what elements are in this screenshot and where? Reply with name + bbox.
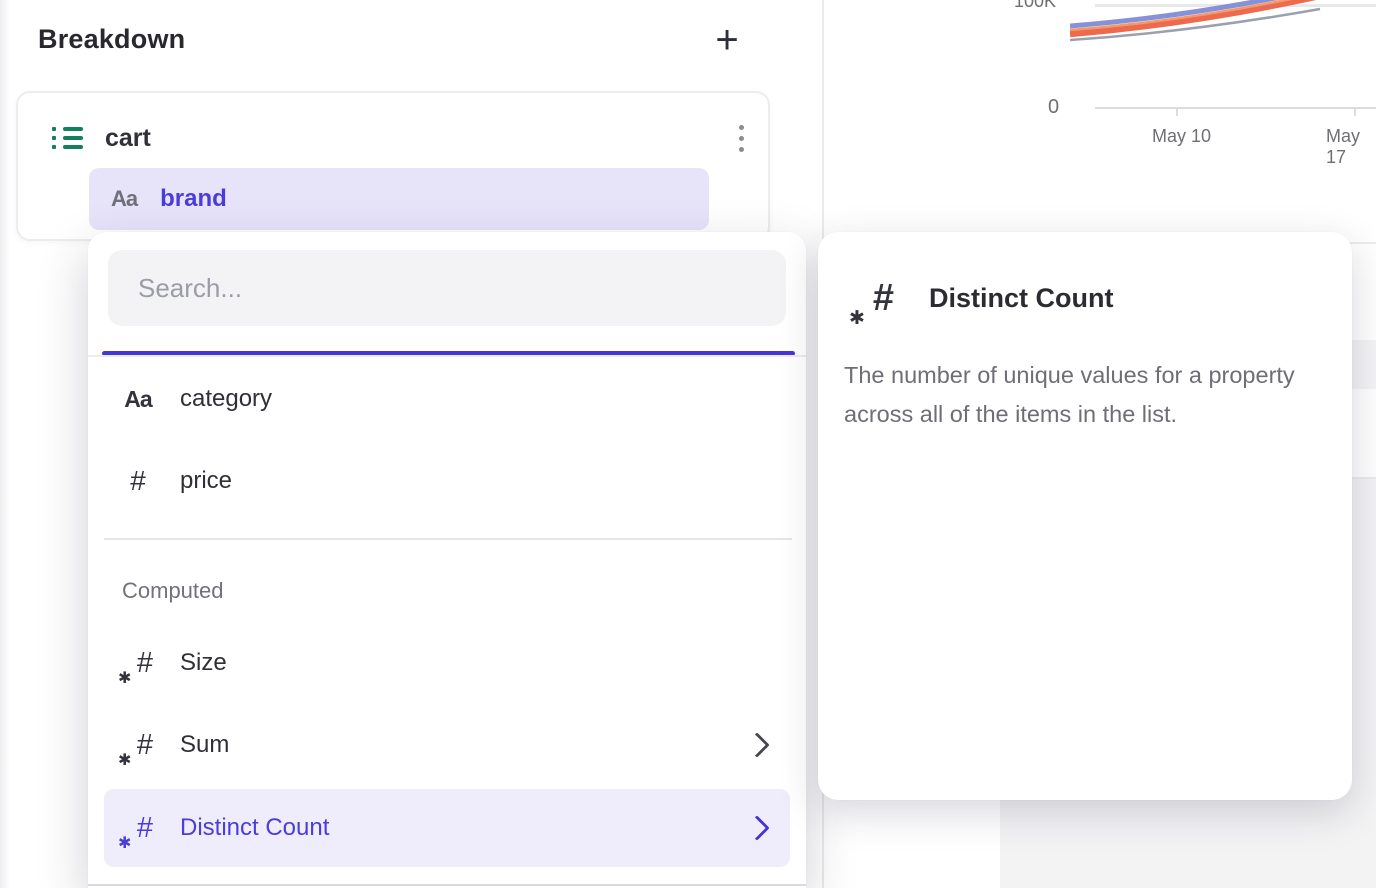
star-glyph: ✱ [118, 752, 131, 768]
dropdown-item-label: Distinct Count [180, 814, 329, 842]
x-axis-tickmark [1176, 109, 1178, 116]
tooltip-description: The number of unique values for a proper… [844, 356, 1326, 434]
tooltip-header: #✱ Distinct Count [856, 276, 1113, 320]
star-glyph: ✱ [849, 310, 865, 326]
hash-glyph: # [137, 645, 153, 681]
tooltip-title: Distinct Count [929, 283, 1113, 314]
dropdown-item-price[interactable]: # price [104, 442, 790, 520]
list-icon [52, 122, 83, 154]
hash-glyph: # [137, 810, 153, 846]
x-axis-tickmark [1354, 109, 1356, 116]
property-tooltip: #✱ Distinct Count The number of unique v… [818, 232, 1352, 800]
dropdown-item-label: price [180, 467, 232, 495]
dropdown-item-distinct-count[interactable]: #✱ Distinct Count [104, 789, 790, 867]
list-name: cart [105, 124, 151, 153]
app-canvas: 100K 0 May 10 May 17 Breakdown + cart Aa… [0, 0, 1376, 888]
search-input[interactable] [108, 250, 786, 326]
add-breakdown-button[interactable]: + [703, 16, 751, 64]
dropdown-divider [104, 538, 792, 540]
y-axis-label-top: 100K [1014, 0, 1056, 12]
computed-number-icon: #✱ [123, 810, 153, 846]
kebab-menu-icon[interactable] [735, 118, 748, 159]
selected-property-label: brand [160, 185, 227, 213]
star-glyph: ✱ [118, 670, 131, 686]
x-axis-label-may10: May 10 [1152, 126, 1211, 147]
dropdown-item-label: category [180, 385, 272, 413]
dropdown-item-label: Sum [180, 731, 229, 759]
dropdown-item-sum[interactable]: #✱ Sum [104, 706, 790, 784]
breakdown-card: cart Aa brand [16, 91, 770, 241]
property-dropdown: Aa category # price Computed #✱ Size #✱ … [88, 232, 806, 888]
breakdown-section-title: Breakdown [38, 24, 185, 55]
breakdown-list-row[interactable]: cart [52, 115, 748, 161]
dropdown-item-category[interactable]: Aa category [104, 360, 790, 438]
dropdown-bottom-divider [88, 884, 806, 886]
computed-number-icon: #✱ [123, 727, 153, 763]
chevron-right-icon [744, 815, 769, 840]
star-glyph: ✱ [118, 835, 131, 851]
hash-glyph: # [137, 727, 153, 763]
text-property-icon: Aa [124, 386, 151, 413]
computed-number-icon: #✱ [123, 645, 153, 681]
x-axis-line [1095, 107, 1376, 109]
y-axis-label-zero: 0 [1048, 96, 1059, 119]
chevron-right-icon [744, 732, 769, 757]
dropdown-item-size[interactable]: #✱ Size [104, 624, 790, 702]
page-left-shadow [0, 0, 10, 888]
text-property-icon: Aa [111, 186, 137, 212]
plus-icon: + [715, 20, 738, 60]
search-divider [88, 355, 806, 357]
chart-series-lines [1070, 0, 1322, 48]
dropdown-item-label: Size [180, 649, 227, 677]
hash-glyph: # [873, 276, 894, 320]
computed-number-icon: #✱ [856, 276, 894, 320]
number-property-icon: # [130, 465, 146, 497]
selected-property-chip[interactable]: Aa brand [89, 168, 709, 230]
computed-section-label: Computed [122, 578, 224, 604]
x-axis-label-may17: May 17 [1326, 126, 1376, 168]
